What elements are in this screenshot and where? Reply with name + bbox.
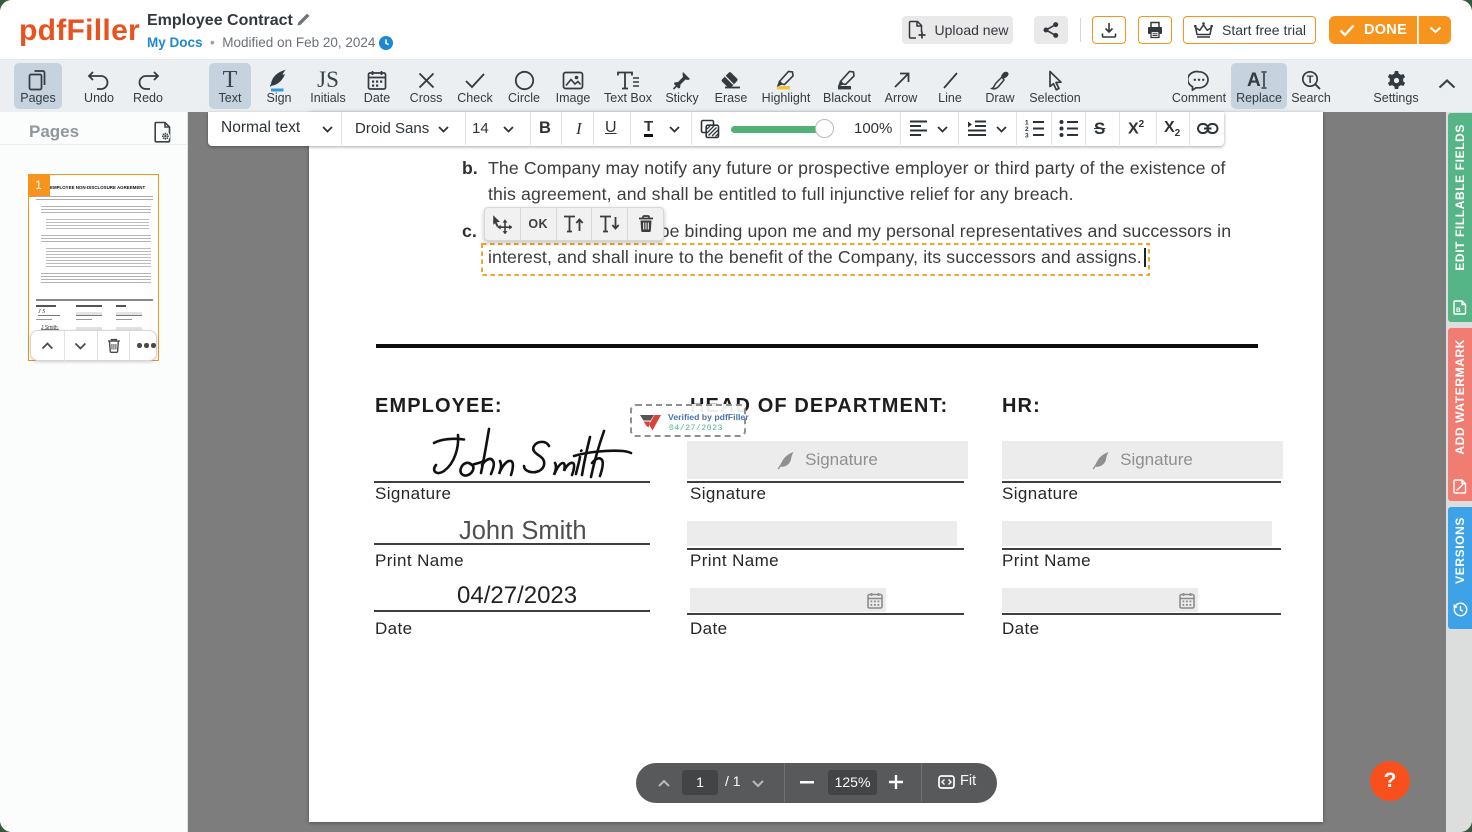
svg-text:3: 3 [1025,133,1029,139]
svg-text:A: A [1247,70,1261,91]
svg-text:T: T [1306,74,1313,86]
svg-text:B: B [1456,307,1461,314]
